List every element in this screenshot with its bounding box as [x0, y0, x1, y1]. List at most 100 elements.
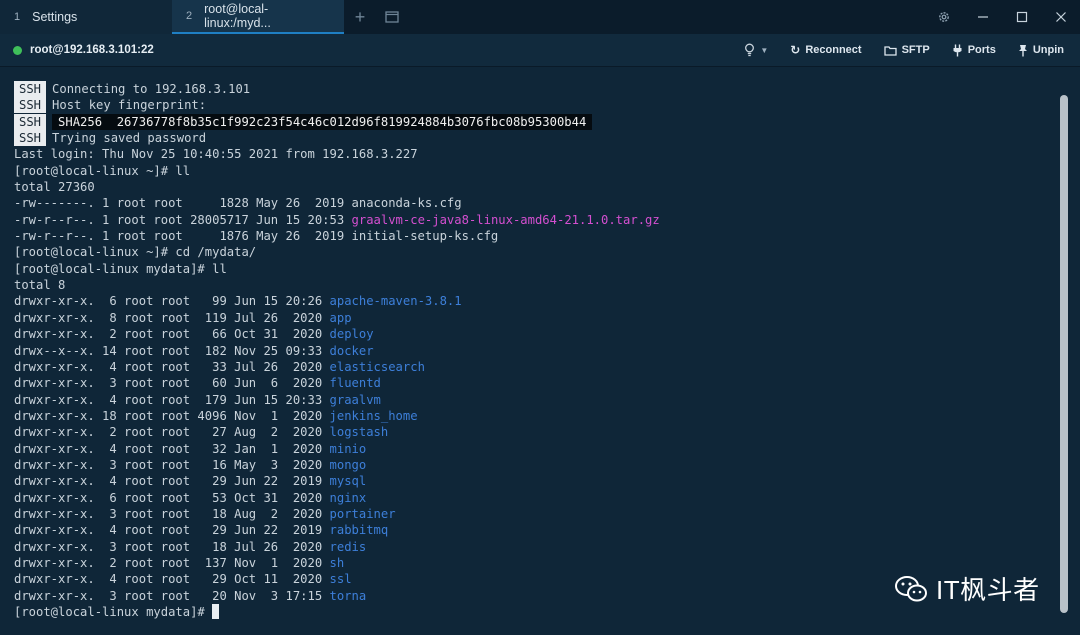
dir-name: torna: [329, 588, 367, 603]
dir-name: portainer: [329, 506, 396, 521]
connection-status-icon: [13, 45, 22, 55]
host-key-fingerprint: SHA256 26736778f8b35c1f992c23f54c46c012d…: [52, 113, 593, 130]
dir-name: fluentd: [329, 376, 381, 391]
dir-name: graalvm: [329, 392, 381, 407]
dir-listing-line: drwxr-xr-x. 4 root root 179 Jun 15 20:33…: [14, 392, 1054, 408]
gear-icon: [938, 12, 949, 22]
dir-listing-line: drwxr-xr-x. 3 root root 18 Jul 26 2020 r…: [14, 539, 1054, 555]
dir-meta: drwxr-xr-x. 4 root root 29 Oct 11 2020: [14, 572, 330, 587]
tab-label: Settings: [32, 10, 78, 24]
close-button[interactable]: [1041, 0, 1080, 34]
dir-listing-line: drwxr-xr-x. 4 root root 32 Jan 1 2020 mi…: [14, 441, 1054, 457]
sftp-button[interactable]: SFTP: [883, 44, 930, 56]
dir-listing-line: drwxr-xr-x. 3 root root 18 Aug 2 2020 po…: [14, 506, 1054, 522]
dir-meta: drwxr-xr-x. 3 root root 18 Aug 2 2020: [14, 506, 330, 521]
unpin-button[interactable]: Unpin: [1018, 44, 1064, 57]
dir-meta: drwxr-xr-x. 4 root root 33 Jul 26 2020: [14, 359, 330, 374]
dir-meta: drwxr-xr-x. 3 root root 16 May 3 2020: [14, 457, 330, 472]
terminal-line: total 8: [14, 278, 66, 293]
dir-name: app: [329, 310, 352, 325]
dir-listing-line: drwxr-xr-x. 8 root root 119 Jul 26 2020 …: [14, 310, 1054, 326]
terminal-line: SSH SHA256 26736778f8b35c1f992c23f54c46c0…: [14, 113, 1054, 130]
ssh-message: Host key fingerprint:: [52, 98, 207, 113]
archive-filename: graalvm-ce-java8-linux-amd64-21.1.0.tar.…: [351, 212, 660, 227]
dir-listing-line: drwxr-xr-x. 3 root root 16 May 3 2020 mo…: [14, 457, 1054, 473]
dir-meta: drwxr-xr-x. 2 root root 137 Nov 1 2020: [14, 555, 330, 570]
dir-meta: drwxr-xr-x. 18 root root 4096 Nov 1 2020: [14, 408, 330, 423]
tab-number: 1: [14, 11, 21, 23]
dir-listing-line: drwxr-xr-x. 2 root root 66 Oct 31 2020 d…: [14, 326, 1054, 342]
dir-name: deploy: [329, 327, 374, 342]
terminal-lines: SSH Connecting to 192.168.3.101 SSH Host k…: [14, 81, 1054, 620]
dir-listing-line: drwx--x--x. 14 root root 182 Nov 25 09:3…: [14, 343, 1054, 359]
terminal-line: SSH Trying saved password: [14, 130, 1054, 147]
dir-name: mongo: [329, 457, 367, 472]
maximize-button[interactable]: [1002, 0, 1041, 34]
tab-terminal[interactable]: 2 root@local-linux:/myd...: [172, 0, 344, 34]
minimize-button[interactable]: [963, 0, 1002, 34]
folder-icon: [883, 45, 897, 56]
pin-icon: [1018, 44, 1027, 56]
terminal-scrollbar[interactable]: [1060, 95, 1068, 613]
tab-bar: 1 Settings 2 root@local-linux:/myd... +: [0, 0, 1080, 34]
dir-name: mysql: [329, 474, 367, 489]
dir-meta: drwxr-xr-x. 6 root root 99 Jun 15 20:26: [14, 294, 330, 309]
terminal-line: [root@local-linux mydata]# ll: [14, 261, 227, 276]
dir-listing-line: drwxr-xr-x. 4 root root 33 Jul 26 2020 e…: [14, 359, 1054, 375]
ssh-badge: SSH: [14, 81, 47, 97]
terminal-line: SSH Connecting to 192.168.3.101: [14, 81, 1054, 97]
terminal-output[interactable]: SSH Connecting to 192.168.3.101 SSH Host k…: [0, 67, 1080, 635]
ssh-badge: SSH: [14, 113, 47, 130]
terminal-line: -rw-r--r--. 1 root root 28005717 Jun 15 …: [14, 212, 1054, 228]
dir-meta: drwxr-xr-x. 2 root root 27 Aug 2 2020: [14, 425, 330, 440]
terminal-line: -rw-------. 1 root root 1828 May 26 2019…: [14, 196, 462, 211]
dir-listing-line: drwxr-xr-x. 18 root root 4096 Nov 1 2020…: [14, 408, 1054, 424]
dir-meta: drwxr-xr-x. 4 root root 32 Jan 1 2020: [14, 441, 330, 456]
wechat-icon: [895, 575, 927, 601]
dir-meta: drwxr-xr-x. 3 root root 20 Nov 3 17:15: [14, 588, 330, 603]
ssh-message: Trying saved password: [52, 131, 207, 146]
dir-listing-line: drwxr-xr-x. 4 root root 29 Jun 22 2019 r…: [14, 522, 1054, 538]
dir-name: minio: [329, 441, 367, 456]
terminal-line: SSH Host key fingerprint:: [14, 97, 1054, 114]
lightbulb-icon: [745, 43, 755, 57]
ports-label: Ports: [967, 44, 996, 56]
dir-listing-line: drwxr-xr-x. 4 root root 29 Jun 22 2019 m…: [14, 473, 1054, 489]
text-cursor: [212, 604, 220, 619]
plus-icon: +: [354, 6, 366, 27]
settings-button[interactable]: [924, 0, 963, 34]
ports-button[interactable]: Ports: [952, 44, 996, 57]
profile-dropdown[interactable]: ▼: [744, 43, 768, 57]
chevron-down-icon: ▼: [760, 45, 769, 55]
dir-meta: drwxr-xr-x. 2 root root 66 Oct 31 2020: [14, 327, 330, 342]
new-tab-button[interactable]: +: [344, 0, 376, 34]
dir-meta: drwxr-xr-x. 3 root root 60 Jun 6 2020: [14, 376, 330, 391]
ssh-badge: SSH: [14, 97, 47, 114]
dir-meta: drwxr-xr-x. 4 root root 29 Jun 22 2019: [14, 474, 330, 489]
maximize-icon: [1016, 11, 1027, 23]
tab-label: root@local-linux:/myd...: [204, 2, 271, 30]
reconnect-button[interactable]: ↻ Reconnect: [790, 43, 861, 57]
dir-meta: drwxr-xr-x. 3 root root 18 Jul 26 2020: [14, 539, 330, 554]
reload-icon: ↻: [790, 43, 801, 57]
terminal-line: -rw-r--r--. 1 root root 1876 May 26 2019…: [14, 229, 499, 244]
split-tab-button[interactable]: [376, 0, 408, 34]
dir-listing-line: drwxr-xr-x. 6 root root 99 Jun 15 20:26 …: [14, 293, 1054, 309]
tab-settings[interactable]: 1 Settings: [0, 0, 172, 34]
dir-name: logstash: [329, 425, 389, 440]
ssh-message: Connecting to 192.168.3.101: [52, 82, 251, 96]
dir-meta: drwx--x--x. 14 root root 182 Nov 25 09:3…: [14, 343, 330, 358]
dir-name: ssl: [329, 572, 352, 587]
watermark-text: IT枫斗者: [936, 575, 1040, 605]
connection-host: root@192.168.3.101:22: [30, 44, 154, 56]
tab-number: 2: [186, 10, 193, 22]
file-meta: -rw-r--r--. 1 root root 28005717 Jun 15 …: [14, 212, 352, 227]
connection-bar: root@192.168.3.101:22 ▼ ↻ Reconnect SFTP…: [0, 34, 1080, 67]
shell-prompt: [root@local-linux mydata]#: [14, 605, 213, 619]
dir-name: nginx: [329, 490, 367, 505]
dir-listing-line: drwxr-xr-x. 2 root root 137 Nov 1 2020 s…: [14, 555, 1054, 571]
terminal-line: total 27360: [14, 180, 95, 195]
sftp-label: SFTP: [901, 44, 930, 56]
dir-listing-line: drwxr-xr-x. 3 root root 60 Jun 6 2020 fl…: [14, 375, 1054, 391]
terminal-line: [root@local-linux ~]# cd /mydata/: [14, 245, 257, 260]
